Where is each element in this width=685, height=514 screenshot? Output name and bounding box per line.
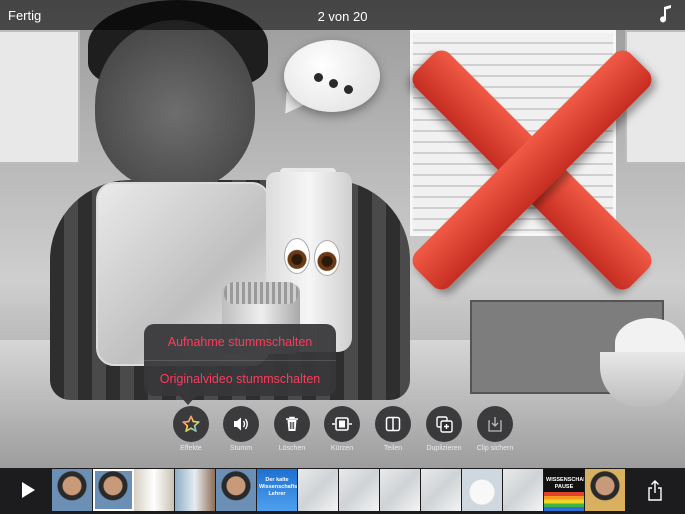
boy-head xyxy=(95,20,255,190)
mute-original-video-option[interactable]: Originalvideo stummschalten xyxy=(144,360,336,396)
duplicate-icon xyxy=(426,406,462,442)
speech-bubble-sticker xyxy=(284,40,380,112)
clip-thumbnail[interactable]: Der kalte Wissenschafts-Lehrer xyxy=(257,469,298,511)
duplicate-label: Duplizieren xyxy=(426,445,462,452)
clip-thumbnail[interactable] xyxy=(175,469,216,511)
trash-icon xyxy=(274,406,310,442)
trim-icon xyxy=(324,406,360,442)
delete-button[interactable]: Löschen xyxy=(264,406,320,452)
clip-thumbnail[interactable] xyxy=(339,469,380,511)
sticker-eye-left xyxy=(284,238,310,274)
clip-thumbnail[interactable] xyxy=(298,469,339,511)
red-x-sticker xyxy=(404,40,660,296)
share-icon[interactable] xyxy=(646,480,666,502)
effects-button[interactable]: Effekte xyxy=(163,406,219,452)
play-icon[interactable] xyxy=(22,482,35,498)
clip-thumbnail[interactable] xyxy=(52,469,93,511)
effects-label: Effekte xyxy=(180,445,202,452)
clip-thumbnail[interactable]: WISSENSCHAFTS-PAUSE xyxy=(544,469,585,511)
timeline-bar: Der kalte Wissenschafts-Lehrer WISSENSCHA… xyxy=(0,468,685,514)
clip-thumbnail[interactable] xyxy=(216,469,257,511)
typing-dot xyxy=(314,73,323,82)
sticker-eye-right xyxy=(314,240,340,276)
clip-thumbnail[interactable] xyxy=(93,469,134,511)
mute-recording-option[interactable]: Aufnahme stummschalten xyxy=(144,324,336,360)
duplicate-button[interactable]: Duplizieren xyxy=(416,406,472,452)
save-clip-button[interactable]: Clip sichern xyxy=(467,406,523,452)
typing-dot xyxy=(344,85,353,94)
split-icon xyxy=(375,406,411,442)
salt-shaker-cap xyxy=(224,282,298,304)
top-bar: Fertig 2 von 20 xyxy=(0,0,685,30)
edit-toolbar: Effekte Stumm Löschen Kürzen Teilen Dupl… xyxy=(0,406,685,466)
kitchen-cabinet-left xyxy=(0,30,80,164)
delete-label: Löschen xyxy=(278,445,306,452)
speaker-icon xyxy=(223,406,259,442)
clip-thumbnail[interactable] xyxy=(462,469,503,511)
clip-counter: 2 von 20 xyxy=(317,9,368,24)
clip-thumbnail[interactable] xyxy=(585,469,626,511)
clip-strip[interactable]: Der kalte Wissenschafts-Lehrer WISSENSCHA… xyxy=(52,469,632,511)
split-button[interactable]: Teilen xyxy=(365,406,421,452)
mute-button[interactable]: Stumm xyxy=(213,406,269,452)
clip-thumbnail[interactable] xyxy=(503,469,544,511)
mute-popup-menu: Aufnahme stummschalten Originalvideo stu… xyxy=(144,324,336,396)
save-clip-icon xyxy=(477,406,513,442)
clip-title-text: WISSENSCHAFTS-PAUSE xyxy=(546,477,584,490)
clip-title-text: Der kalte Wissenschafts-Lehrer xyxy=(259,477,298,497)
star-icon xyxy=(173,406,209,442)
clip-thumbnail[interactable] xyxy=(421,469,462,511)
clip-thumbnail[interactable] xyxy=(380,469,421,511)
save-clip-label: Clip sichern xyxy=(476,445,514,452)
trim-button[interactable]: Kürzen xyxy=(314,406,370,452)
split-label: Teilen xyxy=(383,445,403,452)
video-preview[interactable] xyxy=(0,0,685,468)
typing-dot xyxy=(329,79,338,88)
music-note-icon[interactable] xyxy=(659,5,673,28)
trim-label: Kürzen xyxy=(330,445,354,452)
popup-arrow xyxy=(180,396,196,405)
clip-thumbnail[interactable] xyxy=(134,469,175,511)
mute-label: Stumm xyxy=(229,445,253,452)
